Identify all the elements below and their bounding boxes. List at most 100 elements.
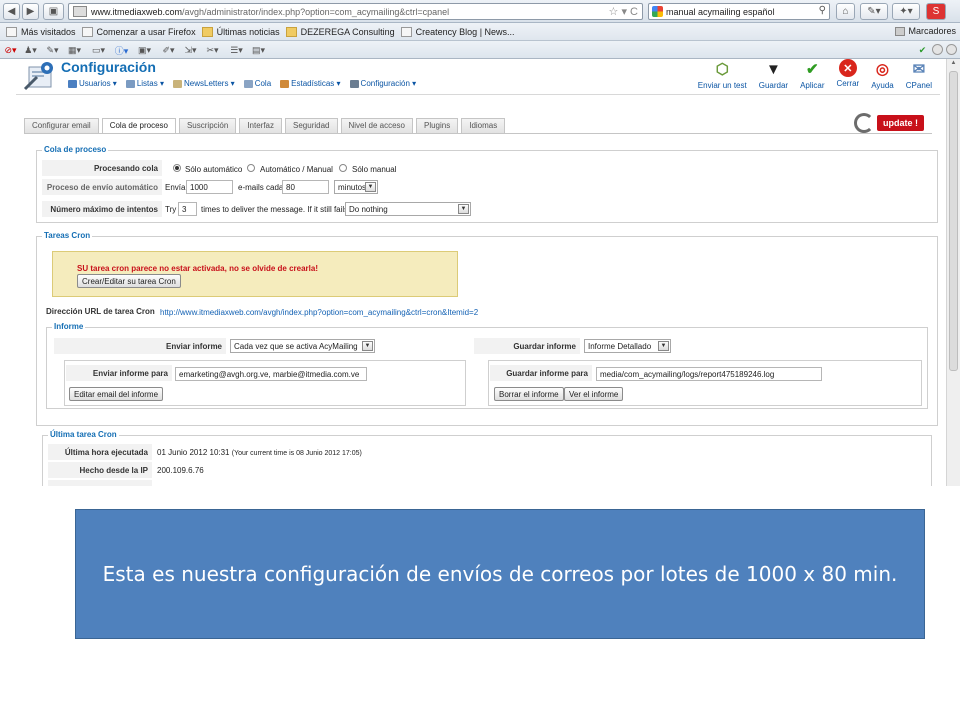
addon-star-icon[interactable]: ✦▾ [892, 3, 920, 20]
chevron-down-icon: ▼ [365, 182, 376, 192]
bookmarks-menu[interactable]: Marcadores [895, 26, 956, 36]
tab-seguridad[interactable]: Seguridad [285, 118, 338, 133]
user-icon[interactable]: ♟▾ [22, 44, 39, 56]
window-close-icon[interactable] [946, 44, 957, 55]
enviar-para-input[interactable]: emarketing@avgh.org.ve, marbie@itmedia.c… [175, 367, 367, 381]
bookmark-page-icon [81, 26, 93, 37]
check-icon[interactable]: ✔ [914, 44, 931, 56]
bookmark-creatency[interactable]: Creatency Blog | News... [400, 26, 515, 37]
interval-unit-select[interactable]: minutos ▼ [334, 180, 378, 194]
create-cron-button[interactable]: Crear/Editar su tarea Cron [77, 274, 181, 288]
folder-icon [285, 26, 297, 37]
ultima-cron-fieldset: Última tarea Cron [42, 430, 932, 486]
radio-solo-manual[interactable] [339, 164, 347, 172]
menu-listas[interactable]: Listas ▾ [125, 79, 164, 88]
forward-arrow-icon[interactable]: ▶ [22, 3, 39, 20]
bookmark-dezerega[interactable]: DEZEREGA Consulting [285, 26, 395, 37]
apply-button[interactable]: ✔ Aplicar [800, 59, 824, 90]
image-icon[interactable]: ▣▾ [136, 44, 153, 56]
url-text: www.itmediaxweb.com/avgh/administrator/i… [91, 6, 450, 17]
search-text[interactable]: manual acymailing español [666, 7, 775, 17]
configuration-logo-icon [23, 62, 53, 91]
tab-idiomas[interactable]: Idiomas [461, 118, 506, 133]
cron-warning-text: SU tarea cron parece no estar activada, … [77, 264, 318, 273]
enviar-informe-select[interactable]: Cada vez que se activa AcyMailing ▼ [230, 339, 375, 353]
lists-icon [125, 79, 135, 88]
page-scrollbar[interactable]: ▲ [946, 59, 960, 486]
view-report-button[interactable]: Ver el informe [564, 387, 624, 401]
window-icon[interactable]: ▭▾ [90, 44, 107, 56]
next-row-label [48, 480, 152, 486]
fail-action-select[interactable]: Do nothing ▼ [345, 202, 471, 216]
bookmark-ultimas-noticias[interactable]: Últimas noticias [201, 26, 280, 37]
bookmark-comenzar-firefox[interactable]: Comenzar a usar Firefox [81, 26, 196, 37]
save-icon: ▼ [765, 60, 781, 78]
fail-action-value: Do nothing [349, 205, 388, 214]
informe-legend: Informe [52, 322, 86, 331]
home-icon[interactable]: ⌂ [836, 3, 855, 20]
resize-icon[interactable]: ⇲▾ [182, 44, 199, 56]
pencil-icon[interactable]: ✎▾ [44, 44, 61, 56]
addon-s-icon[interactable]: S [926, 3, 946, 20]
help-button[interactable]: ◎ Ayuda [871, 59, 894, 90]
bookmark-mas-visitados[interactable]: Más visitados [6, 26, 76, 37]
bookmark-page-icon [400, 26, 412, 37]
cpanel-button[interactable]: ✉ CPanel [906, 59, 932, 90]
stop-icon[interactable]: ⊘▾ [2, 44, 19, 56]
grid-icon[interactable]: ▦▾ [66, 44, 83, 56]
guardar-para-input[interactable]: media/com_acymailing/logs/report47518924… [596, 367, 822, 381]
menu-configuracion[interactable]: Configuración ▾ [349, 79, 416, 88]
close-button[interactable]: ✕ Cerrar [837, 59, 859, 90]
tab-suscripcion[interactable]: Suscripción [178, 118, 237, 133]
radio-automatico-manual[interactable] [247, 164, 255, 172]
search-bar[interactable]: manual acymailing español ⚲ [648, 3, 830, 20]
update-label: update ! [877, 115, 924, 131]
tools-icon[interactable]: ✂▾ [204, 44, 221, 56]
radio-label-automatico-manual: Automático / Manual [260, 165, 333, 174]
help-lifebuoy-icon: ◎ [875, 61, 890, 78]
enviar-para-label: Enviar informe para [66, 365, 172, 381]
addon-pen-icon[interactable]: ✎▾ [860, 3, 888, 20]
update-button[interactable]: update ! [854, 113, 924, 133]
delete-report-button[interactable]: Borrar el informe [494, 387, 564, 401]
highlighter-icon[interactable]: ✐▾ [160, 44, 177, 56]
search-magnifier-icon[interactable]: ⚲ [819, 5, 826, 16]
ultima-hora-label: Última hora ejecutada [48, 444, 152, 460]
bookmarks-bar: Más visitados Comenzar a usar Firefox Úl… [0, 23, 960, 41]
times-deliver-text: times to deliver the message. If it stil… [201, 205, 351, 214]
guardar-informe-label: Guardar informe [474, 338, 580, 354]
tab-nivel-de-acceso[interactable]: Nivel de acceso [340, 118, 413, 133]
scroll-up-icon[interactable]: ▲ [949, 60, 958, 69]
radio-solo-automatico[interactable] [173, 164, 181, 172]
tab-interfaz[interactable]: Interfaz [239, 118, 283, 133]
interval-input[interactable]: 80 [282, 180, 329, 194]
guardar-informe-select[interactable]: Informe Detallado ▼ [584, 339, 671, 353]
tab-plugins[interactable]: Plugins [415, 118, 459, 133]
interval-unit-value: minutos [338, 183, 367, 192]
back-arrow-icon[interactable]: ◀ [3, 3, 20, 20]
send-test-button[interactable]: ⬡ Enviar un test [698, 59, 747, 90]
options-icon[interactable]: ☰▾ [228, 44, 245, 56]
window-minimize-icon[interactable] [932, 44, 943, 55]
max-attempts-input[interactable]: 3 [178, 202, 197, 216]
bookmark-star-icon[interactable]: ☆ ▾ C [609, 5, 638, 18]
batch-size-input[interactable]: 1000 [186, 180, 233, 194]
url-bar[interactable]: www.itmediaxweb.com/avgh/administrator/i… [68, 3, 643, 20]
tab-cola-de-proceso[interactable]: Cola de proceso [101, 118, 176, 134]
menu-estadisticas[interactable]: Estadísticas ▾ [280, 79, 341, 88]
envio-automatico-label: Proceso de envío automático [42, 179, 162, 195]
chevron-down-icon: ▼ [658, 341, 669, 351]
home-page-icon[interactable]: ▣ [43, 3, 64, 20]
menu-newsletters[interactable]: NewsLetters ▾ [172, 79, 235, 88]
max-intentos-label: Número máximo de intentos [42, 201, 162, 217]
info-icon[interactable]: ⓘ▾ [113, 44, 130, 56]
scroll-thumb[interactable] [949, 71, 958, 371]
save-button[interactable]: ▼ Guardar [759, 59, 788, 91]
layout-icon[interactable]: ▤▾ [250, 44, 267, 56]
menu-cola[interactable]: Cola [243, 79, 271, 88]
cron-url-link[interactable]: http://www.itmediaxweb.com/avgh/index.ph… [160, 308, 478, 317]
menu-usuarios[interactable]: Usuarios ▾ [68, 79, 117, 88]
edit-report-email-button[interactable]: Editar email del informe [69, 387, 164, 401]
tab-configurar-email[interactable]: Configurar email [24, 118, 99, 133]
app-header: Configuración Usuarios ▾ Listas ▾ NewsLe… [16, 59, 940, 95]
